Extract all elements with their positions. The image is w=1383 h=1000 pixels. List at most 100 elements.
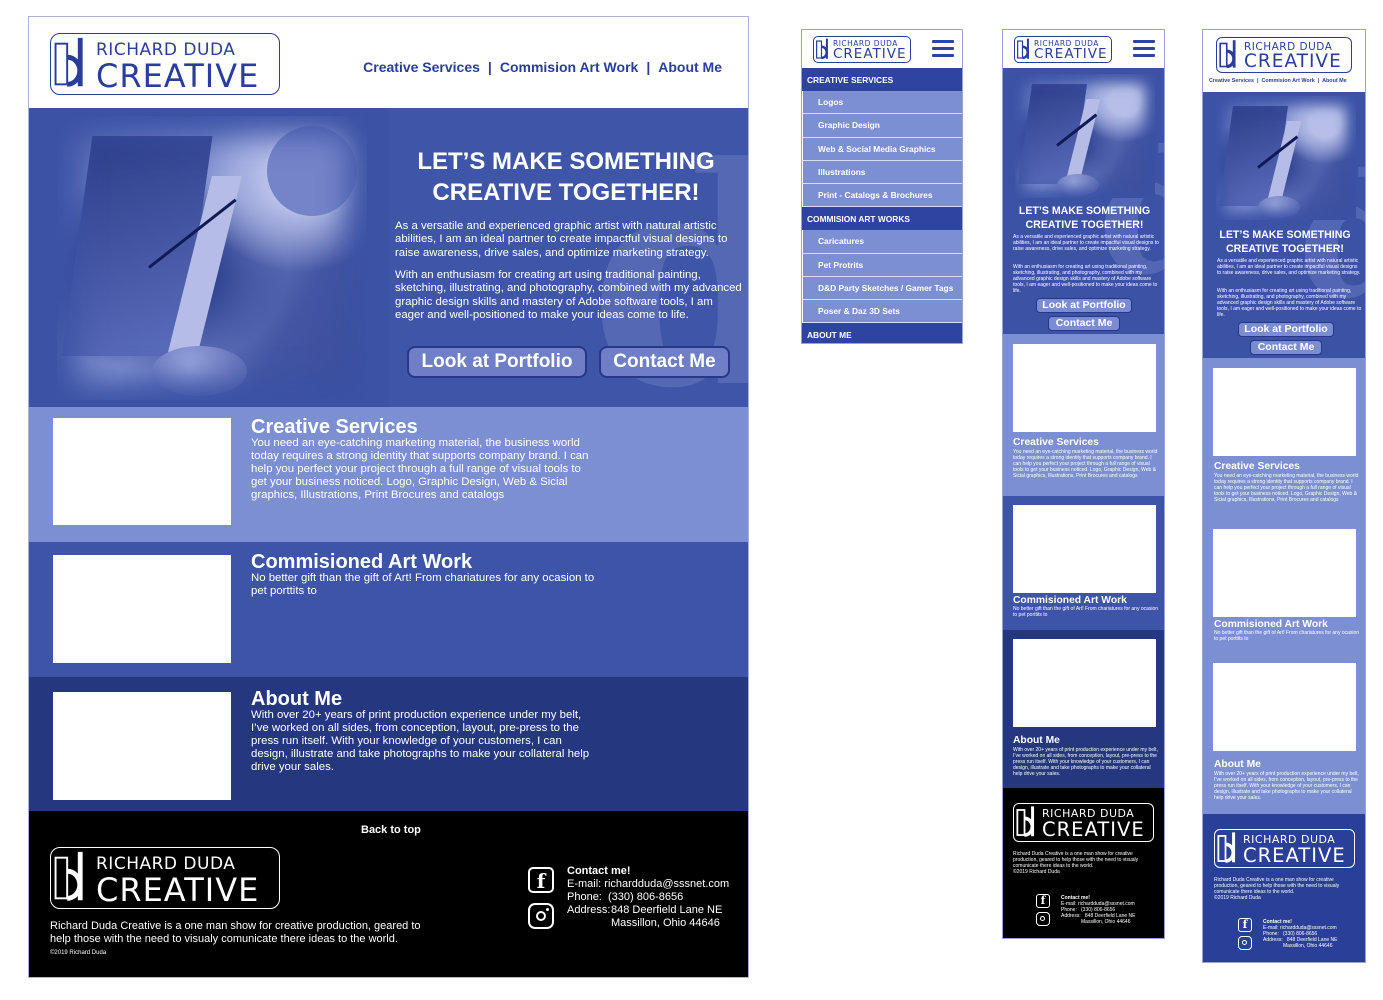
nav-about-me[interactable]: About Me	[658, 59, 722, 75]
rd-monogram-icon	[814, 37, 833, 62]
nav-creative-services[interactable]: Creative Services	[363, 59, 480, 75]
menu-item-logos[interactable]: Logos	[802, 91, 962, 115]
menu-item-print[interactable]: Print - Catalogs & Brochures	[802, 183, 962, 208]
mobile-b-creative-services: Creative Services You need an eye-catchi…	[1203, 358, 1365, 520]
footer-logo[interactable]: RICHARD DUDA CREATIVE	[50, 847, 280, 909]
menu-item-poser-daz[interactable]: Poser & Daz 3D Sets	[802, 299, 962, 324]
mobile-a-copyright: ©2019 Richard Duda	[1013, 869, 1060, 875]
look-at-portfolio-button[interactable]: Look at Portfolio	[407, 346, 587, 378]
menu-item-graphic-design[interactable]: Graphic Design	[802, 114, 962, 138]
logo-bottom-line: CREATIVE	[1042, 818, 1145, 841]
mobile-a-contact-button[interactable]: Contact Me	[1048, 316, 1120, 331]
creative-services-title: Creative Services	[251, 416, 418, 438]
menu-category-commision-art[interactable]: COMMISION ART WORKS	[802, 207, 962, 231]
mobile-b-creative-title: Creative Services	[1214, 461, 1300, 472]
commisioned-art-title: Commisioned Art Work	[251, 551, 473, 573]
mobile-a-logo[interactable]: RICHARD DUDA CREATIVE	[1014, 36, 1112, 63]
facebook-icon[interactable]: f	[1238, 918, 1252, 932]
header-logo[interactable]: RICHARD DUDA CREATIVE	[50, 33, 280, 95]
rd-monogram-icon	[1015, 37, 1034, 62]
contact-address-line1: 848 Deerfield Lane NE	[611, 904, 723, 916]
mobile-b-art-image	[1213, 529, 1356, 617]
mobile-a-about-me: About Me With over 20+ years of print pr…	[1003, 630, 1164, 788]
mobile-a-headline: LET’S MAKE SOMETHING CREATIVE TOGETHER!	[1018, 205, 1151, 231]
mobile-a-art-title: Commisioned Art Work	[1013, 595, 1127, 606]
mobile-a-footer-logo[interactable]: RICHARD DUDA CREATIVE	[1013, 803, 1154, 842]
menu-item-pet-portraits[interactable]: Pet Protrits	[802, 253, 962, 277]
logo-bottom-line: CREATIVE	[1244, 51, 1342, 72]
mobile-b-about-text: With over 20+ years of print production …	[1214, 771, 1359, 801]
mobile-b-logo[interactable]: RICHARD DUDA CREATIVE	[1216, 37, 1352, 73]
mobile-a-creative-image	[1013, 344, 1156, 432]
menu-category-creative-services[interactable]: CREATIVE SERVICES	[802, 68, 962, 92]
mobile-b-about-title: About Me	[1214, 759, 1261, 770]
mobile-b-copyright: ©2019 Richard Duda	[1214, 895, 1261, 901]
rd-monogram-icon	[1215, 830, 1242, 867]
rd-monogram-icon	[51, 848, 93, 908]
instagram-icon[interactable]	[1036, 912, 1050, 926]
mobile-b-footer-blurb: Richard Duda Creative is a one man show …	[1214, 877, 1340, 895]
logo-bottom-line: CREATIVE	[96, 57, 260, 95]
mobile-a-hero-photo	[1015, 74, 1155, 198]
instagram-icon[interactable]	[1238, 936, 1252, 950]
mobile-b-creative-text: You need an eye-catching marketing mater…	[1214, 473, 1359, 503]
mobile-b-hero: d LET’S MAKE SOMETHING CREATIVE TOGETHER…	[1203, 92, 1365, 358]
instagram-icon[interactable]	[528, 903, 554, 929]
hero-headline: LET’S MAKE SOMETHING CREATIVE TOGETHER!	[391, 146, 741, 208]
nav-commision-art-work[interactable]: Commision Art Work	[1261, 78, 1314, 84]
menu-item-dnd-sketches[interactable]: D&D Party Sketches / Gamer Tags	[802, 276, 962, 300]
mobile-a-art-image	[1013, 505, 1156, 593]
mobile-a-footer: RICHARD DUDA CREATIVE Richard Duda Creat…	[1003, 788, 1164, 938]
mobile-b-portfolio-button[interactable]: Look at Portfolio	[1238, 322, 1334, 337]
nav-separator: |	[646, 59, 651, 75]
facebook-icon[interactable]: f	[528, 867, 554, 893]
desktop-header: RICHARD DUDA CREATIVE Creative Services |…	[29, 17, 748, 108]
menu-item-web-social[interactable]: Web & Social Media Graphics	[802, 137, 962, 161]
footer-copyright: ©2019 Richard Duda	[50, 950, 107, 956]
creative-services-text: You need an eye-catching marketing mater…	[251, 437, 589, 502]
mobile-menu-mockup: RICHARD DUDA CREATIVE CREATIVE SERVICES …	[801, 29, 963, 344]
mobile-b-compact-nav: Creative Services | Commision Art Work |…	[1209, 78, 1347, 84]
mobile-b-address2: Massillon, Ohio 44646	[1283, 943, 1333, 949]
contact-phone: Phone: (330) 806-8656	[567, 891, 684, 903]
mobile-b-about-image	[1213, 663, 1356, 751]
contact-me-button[interactable]: Contact Me	[599, 346, 730, 378]
mobile-b-para1: As a versatile and experienced graphic a…	[1217, 258, 1361, 276]
nav-about-me[interactable]: About Me	[1322, 78, 1347, 84]
menu-category-about-me[interactable]: ABOUT ME	[802, 323, 962, 343]
desktop-nav: Creative Services | Commision Art Work | Abo…	[363, 59, 722, 75]
contact-address-line2: Massillon, Ohio 44646	[611, 917, 720, 929]
nav-creative-services[interactable]: Creative Services	[1209, 78, 1254, 84]
hero-artist-photo	[57, 116, 367, 400]
mobile-mockup-b: RICHARD DUDA CREATIVE Creative Services …	[1202, 29, 1366, 963]
mobile-a-para1: As a versatile and experienced graphic a…	[1013, 234, 1159, 252]
mobile-b-footer-logo[interactable]: RICHARD DUDA CREATIVE	[1214, 829, 1355, 868]
mobile-b-hero-photo	[1216, 96, 1356, 220]
mobile-a-about-title: About Me	[1013, 735, 1060, 746]
mobile-a-header: RICHARD DUDA CREATIVE	[1003, 30, 1164, 68]
mobile-b-about-me: About Me With over 20+ years of print pr…	[1203, 654, 1365, 814]
hamburger-menu-icon[interactable]	[932, 40, 954, 58]
hero-headline-line2: CREATIVE TOGETHER!	[432, 179, 700, 207]
mobile-b-contact-button[interactable]: Contact Me	[1250, 340, 1322, 355]
menu-item-illustrations[interactable]: Illustrations	[802, 160, 962, 184]
facebook-icon[interactable]: f	[1036, 894, 1050, 908]
commisioned-art-image	[53, 555, 231, 663]
mobile-a-para2: With an enthusiasm for creating art usin…	[1013, 264, 1158, 294]
mobile-a-portfolio-button[interactable]: Look at Portfolio	[1036, 298, 1132, 313]
mobile-menu-logo[interactable]: RICHARD DUDA CREATIVE	[813, 36, 911, 63]
mobile-a-creative-services: Creative Services You need an eye-catchi…	[1003, 334, 1164, 496]
mobile-b-art-title: Commisioned Art Work	[1214, 619, 1328, 630]
creative-services-section: Creative Services You need an eye-catchi…	[29, 407, 748, 542]
mobile-a-hero: d LET’S MAKE SOMETHING CREATIVE TOGETHER…	[1003, 68, 1164, 334]
back-to-top-link[interactable]: Back to top	[361, 824, 421, 836]
hamburger-menu-icon[interactable]	[1133, 40, 1155, 58]
mobile-a-about-text: With over 20+ years of print production …	[1013, 747, 1158, 777]
contact-email[interactable]: E-mail: richardduda@sssnet.com	[567, 878, 729, 890]
mobile-menu-header: RICHARD DUDA CREATIVE	[802, 30, 962, 68]
menu-item-caricatures[interactable]: Caricatures	[802, 230, 962, 254]
nav-commision-art-work[interactable]: Commision Art Work	[500, 59, 638, 75]
footer-blurb: Richard Duda Creative is a one man show …	[50, 920, 421, 946]
commisioned-art-text: No better gift than the gift of Art! Fro…	[251, 572, 595, 598]
logo-bottom-line: CREATIVE	[1243, 844, 1346, 867]
